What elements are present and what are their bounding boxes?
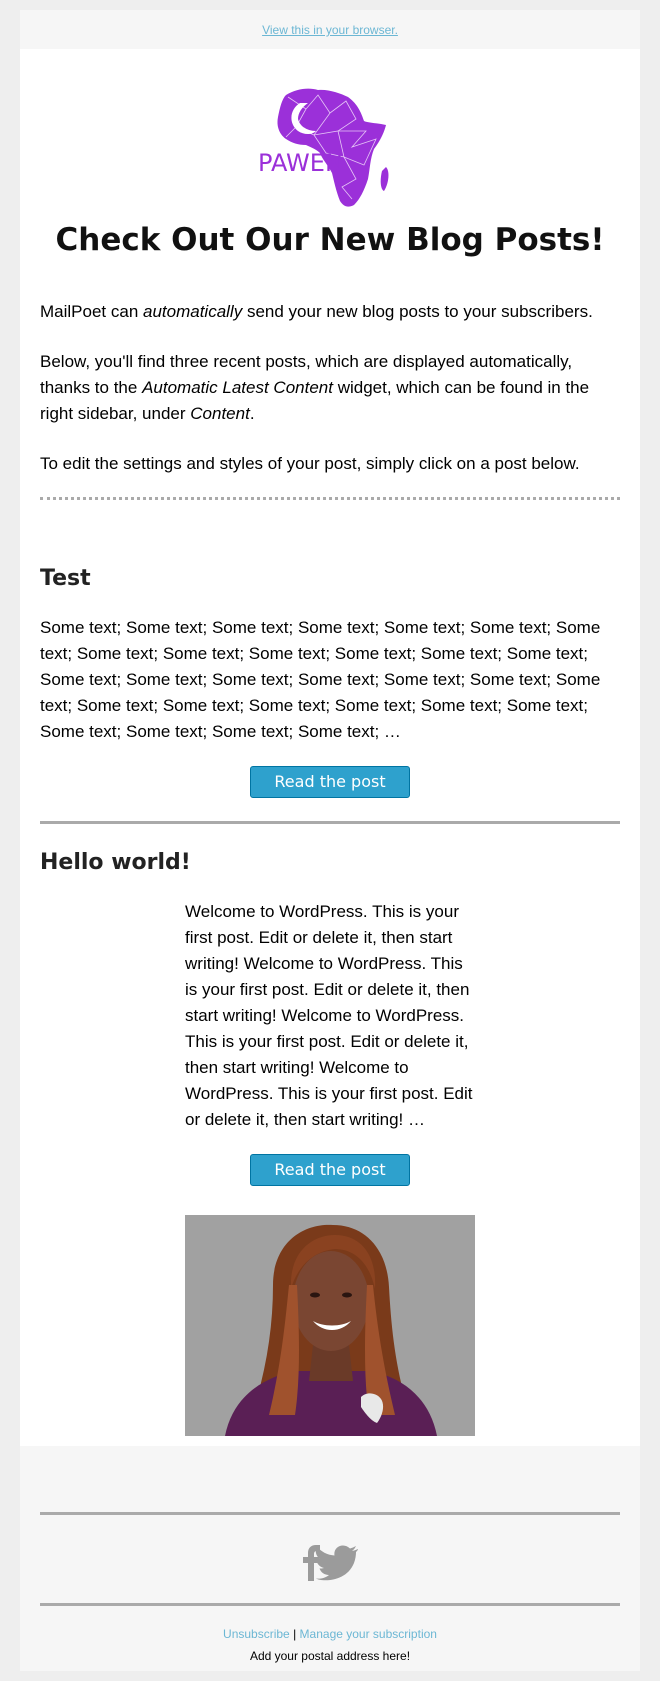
intro-paragraph-1: MailPoet can automatically send your new… [40,302,593,321]
intro-paragraph-3: To edit the settings and styles of your … [40,454,580,473]
page-title: Check Out Our New Blog Posts! [55,222,605,258]
intro-paragraph-2: Below, you'll find three recent posts, w… [40,352,590,423]
pawen-logo: PAWEN [258,88,389,207]
intro-section: MailPoet can automatically send your new… [20,265,640,477]
view-in-browser-link[interactable]: View this in your browser. [262,23,398,37]
twitter-icon[interactable] [315,1545,358,1581]
social-icons [298,1545,362,1586]
unsubscribe-link[interactable]: Unsubscribe [223,1627,290,1641]
africa-map-logo-icon [277,88,386,207]
post-test: Test Some text; Some text; Some text; So… [20,500,640,798]
portrait-image [185,1215,475,1436]
footer: Unsubscribe | Manage your subscription A… [20,1446,640,1671]
manage-subscription-link[interactable]: Manage your subscription [300,1627,437,1641]
post-hello-world: Hello world! Welcome to WordPress. This … [20,824,640,1186]
logo-section: PAWEN [20,49,640,207]
postal-address: Add your postal address here! [249,1649,411,1663]
read-post-button[interactable]: Read the post [250,1154,410,1186]
email-container: View this in your browser. PAWEN Check O… [20,10,640,1671]
preheader: View this in your browser. [20,10,640,49]
post-excerpt: Welcome to WordPress. This is your first… [185,902,473,1129]
post-title[interactable]: Test [40,566,620,591]
link-separator: | [293,1627,297,1641]
post-featured-image[interactable] [185,1215,475,1436]
footer-links: Unsubscribe | Manage your subscription [20,1627,640,1641]
logo-text: PAWEN [258,149,343,177]
footer-divider-top [40,1512,620,1515]
read-post-button[interactable]: Read the post [250,766,410,798]
footer-divider-bottom [40,1603,620,1606]
post-title[interactable]: Hello world! [40,850,620,875]
post-excerpt: Some text; Some text; Some text; Some te… [40,618,601,741]
